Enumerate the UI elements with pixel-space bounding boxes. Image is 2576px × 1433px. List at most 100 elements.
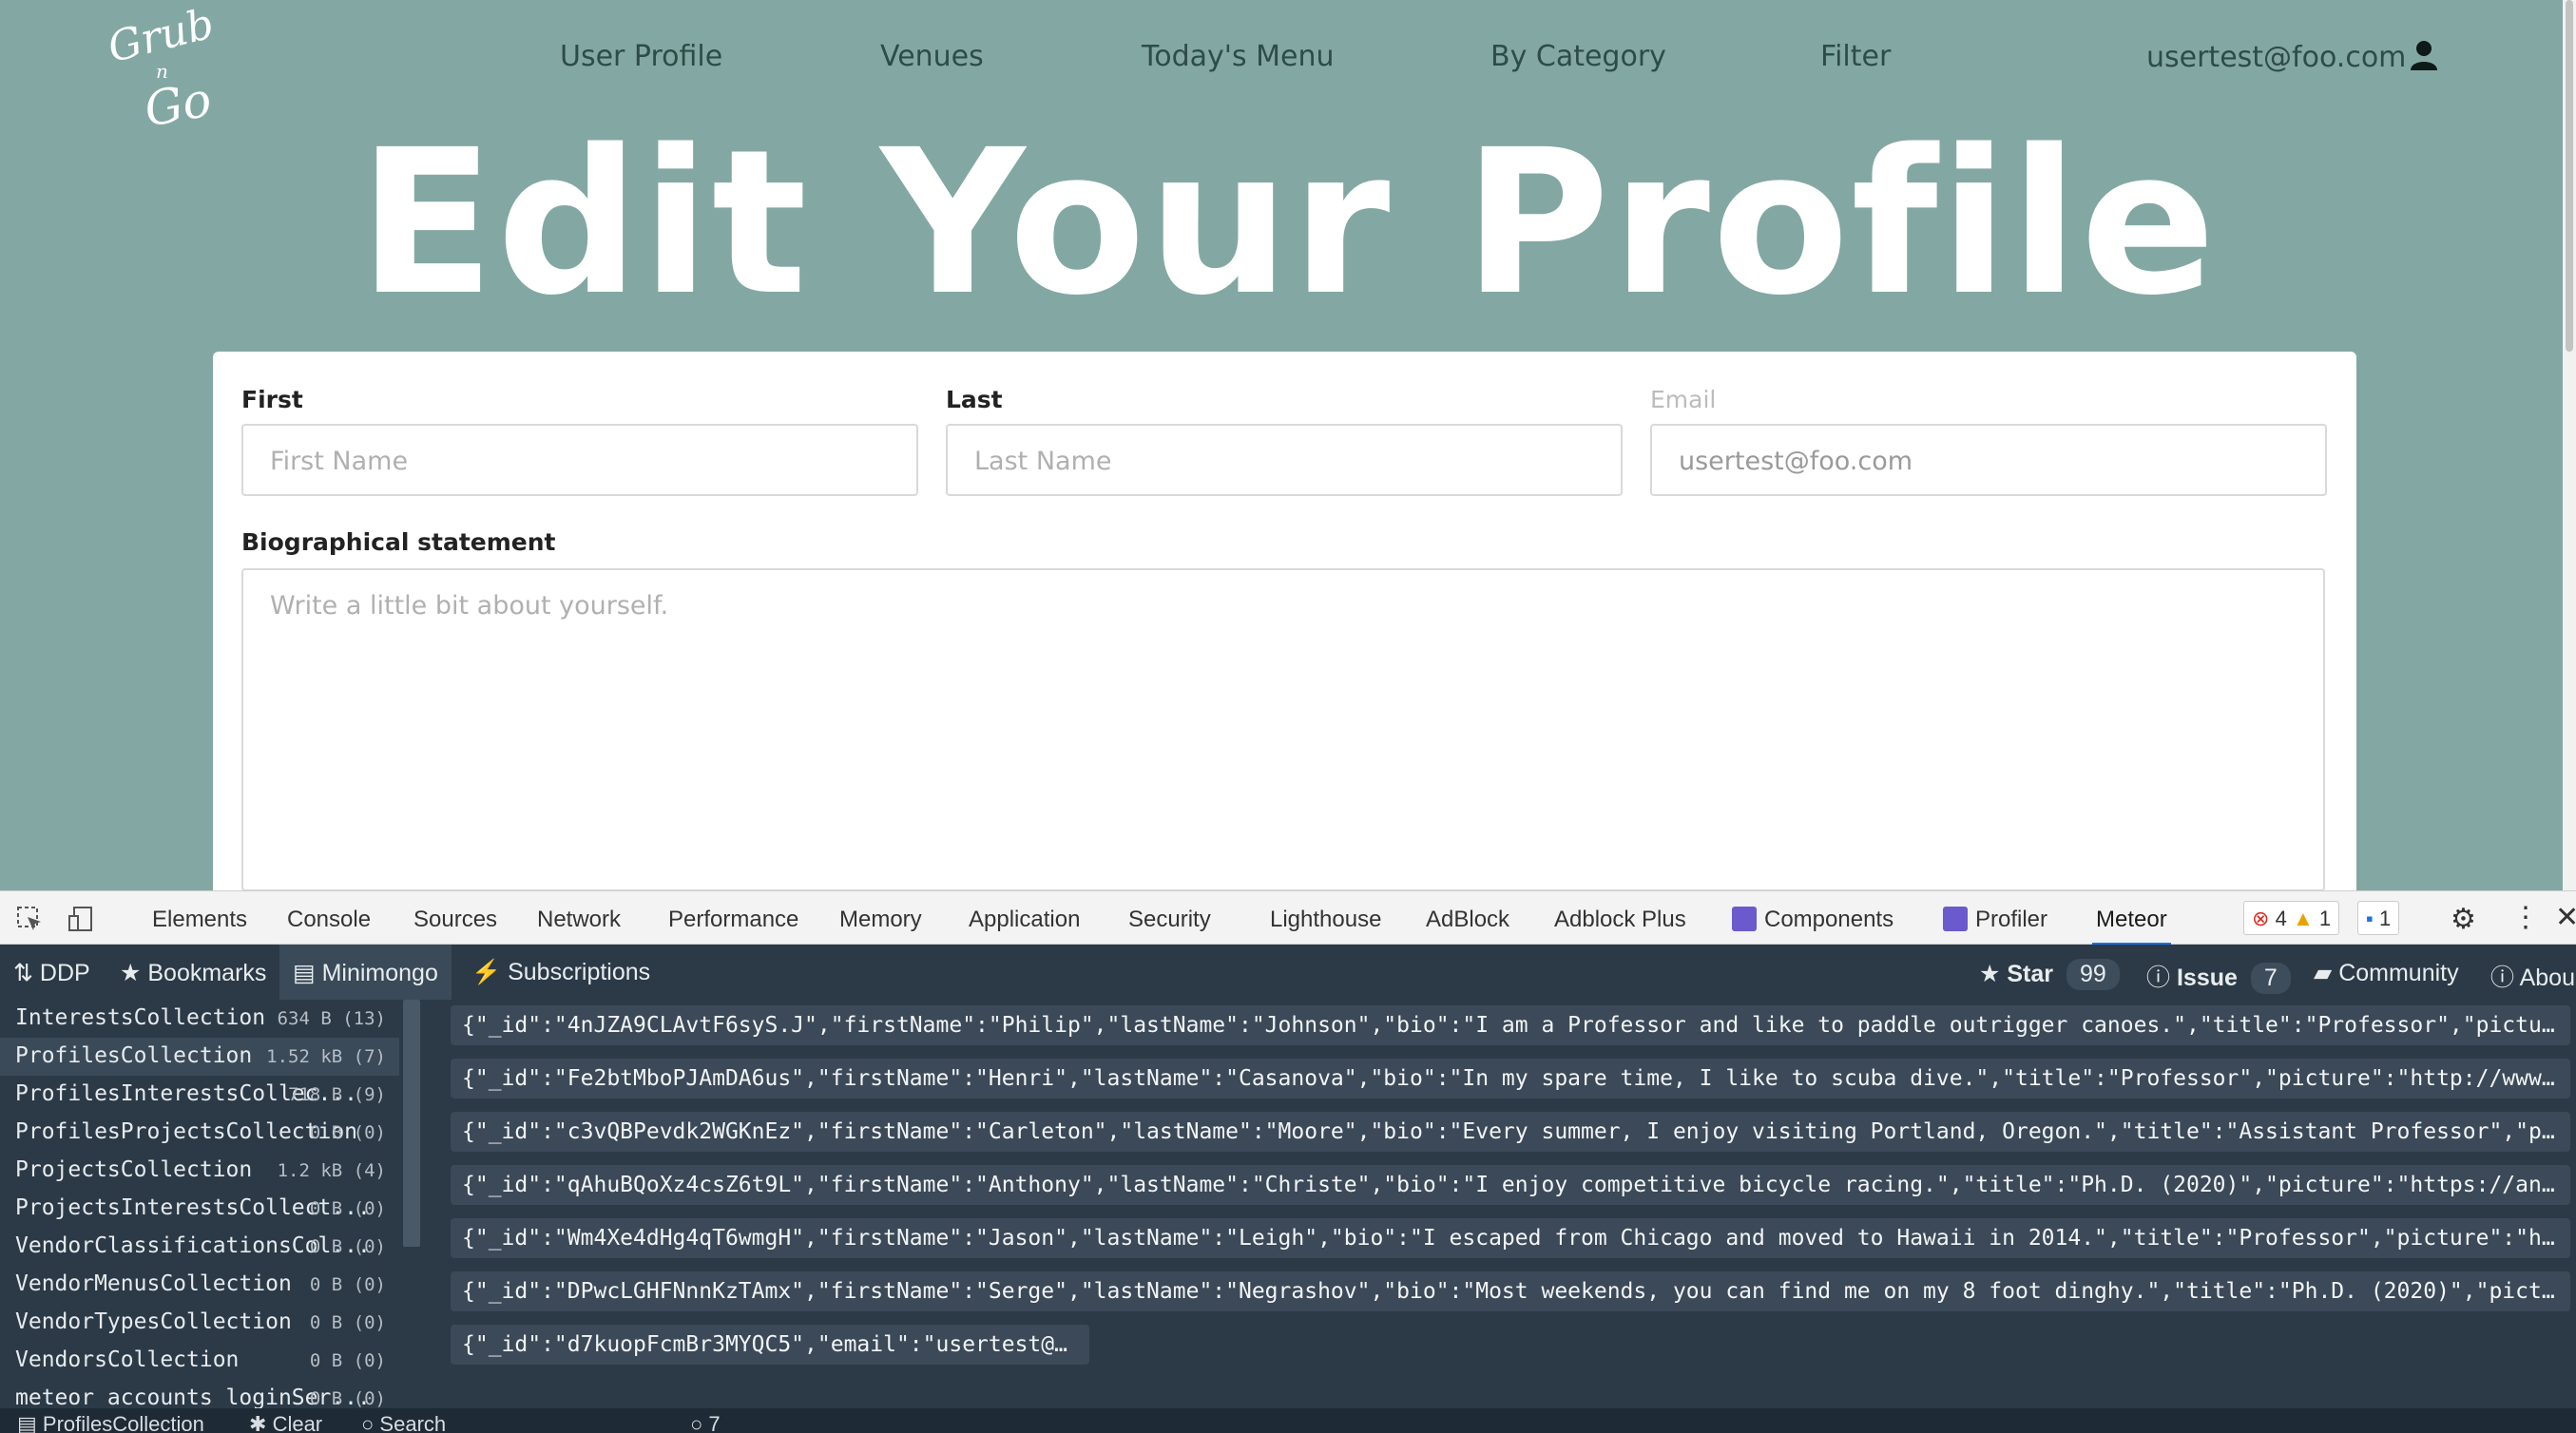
collection-size: 718 B (9) [288, 1084, 386, 1105]
devtools-tab-adblock[interactable]: AdBlock [1426, 907, 1509, 933]
collection-item[interactable]: ProfilesInterestsCollec... 718 B (9) [0, 1076, 399, 1114]
search-placeholder: Search [379, 1412, 447, 1433]
collection-name: ProjectsCollection [15, 1157, 253, 1182]
star-icon: ★ [120, 960, 142, 986]
svg-text:Go: Go [141, 71, 216, 128]
document-count: ○ 7 [690, 1412, 721, 1433]
collection-item[interactable]: VendorsCollection 0 B (0) [0, 1342, 399, 1380]
collection-list-scrollbar[interactable] [403, 1000, 420, 1247]
nav-venues[interactable]: Venues [880, 40, 984, 73]
collection-item[interactable]: ProjectsInterestsCollect... 0 B (0) [0, 1190, 399, 1228]
collection-size: 0 B (0) [309, 1350, 386, 1371]
nav-user-menu[interactable]: usertest@foo.com [2146, 40, 2438, 74]
page-scrollbar[interactable] [2563, 0, 2576, 890]
issue-count: 7 [2250, 963, 2291, 994]
document-row[interactable]: {"_id":"d7kuopFcmBr3MYQC5","email":"user… [451, 1325, 1089, 1365]
github-star-button[interactable]: ★ Star 99 [1979, 959, 2120, 990]
clear-label: Clear [272, 1412, 323, 1433]
document-row[interactable]: {"_id":"Fe2btMboPJAmDA6us","firstName":"… [451, 1059, 2570, 1099]
document-row[interactable]: {"_id":"c3vQBPevdk2WGKnEz","firstName":"… [451, 1112, 2570, 1152]
device-toolbar-icon[interactable] [67, 905, 95, 933]
about-link[interactable]: ⓘ Abou [2490, 959, 2575, 993]
community-label: Community [2338, 960, 2459, 986]
devtools-tab-application[interactable]: Application [969, 907, 1080, 933]
meteor-tab-ddp[interactable]: ⇅ DDP [13, 959, 90, 987]
collection-item[interactable]: InterestsCollection 634 B (13) [0, 1000, 399, 1038]
search-icon: ○ [361, 1412, 375, 1433]
collection-item[interactable]: VendorTypesCollection 0 B (0) [0, 1304, 399, 1342]
react-icon [1732, 907, 1757, 931]
devtools-tab-adblock-plus[interactable]: Adblock Plus [1554, 907, 1686, 933]
devtools-tab-performance[interactable]: Performance [668, 907, 798, 933]
collection-size: 0 B (0) [309, 1274, 386, 1295]
devtools-tab-console[interactable]: Console [287, 907, 371, 933]
bio-textarea[interactable]: Write a little bit about yourself. [241, 568, 2325, 890]
devtools-tab-elements[interactable]: Elements [152, 907, 247, 933]
search-input[interactable]: ○ Search [361, 1412, 446, 1433]
devtools-tab-sources[interactable]: Sources [413, 907, 497, 933]
github-issue-button[interactable]: ⓘ Issue 7 [2146, 959, 2291, 994]
collection-name: InterestsCollection [15, 1005, 266, 1030]
clear-button[interactable]: ✱ Clear [249, 1412, 322, 1433]
meteor-tab-subscriptions[interactable]: ⚡ Subscriptions [471, 959, 650, 986]
devtools-tab-network[interactable]: Network [537, 907, 621, 933]
more-options-icon[interactable]: ⋮ [2511, 901, 2540, 934]
star-icon: ★ [1979, 961, 2001, 987]
message-icon: ▪ [2366, 907, 2374, 930]
first-name-label: First [241, 386, 303, 413]
devtools-tab-security[interactable]: Security [1128, 907, 1211, 933]
collection-item[interactable]: ProjectsCollection 1.2 kB (4) [0, 1152, 399, 1190]
document-row[interactable]: {"_id":"4nJZA9CLAvtF6syS.J","firstName":… [451, 1005, 2570, 1045]
devtools-tab-components[interactable]: Components [1732, 907, 1894, 933]
database-icon: ▤ [293, 960, 316, 986]
settings-gear-icon[interactable]: ⚙ [2451, 903, 2476, 936]
messages-badge[interactable]: ▪ 1 [2357, 901, 2400, 935]
close-devtools-icon[interactable]: ✕ [2555, 901, 2576, 934]
nav-user-email: usertest@foo.com [2146, 41, 2407, 74]
footer-collection: ▤ ProfilesCollection [17, 1412, 204, 1433]
meteor-tab-bookmarks[interactable]: ★ Bookmarks [120, 959, 266, 987]
issue-label: Issue [2176, 965, 2238, 991]
components-label: Components [1764, 907, 1894, 932]
nav-by-category[interactable]: By Category [1490, 40, 1666, 73]
document-row[interactable]: {"_id":"qAhuBQoXz4csZ6t9L","firstName":"… [451, 1165, 2570, 1205]
devtools-tab-meteor[interactable]: Meteor [2092, 907, 2171, 946]
document-row[interactable]: {"_id":"DPwcLGHFNnnKzTAmx","firstName":"… [451, 1271, 2570, 1311]
collection-name: VendorTypesCollection [15, 1309, 292, 1334]
collection-list: InterestsCollection 634 B (13) ProfilesCo… [0, 1000, 399, 1408]
ddp-label: DDP [39, 960, 90, 986]
subscriptions-icon: ⚡ [471, 959, 502, 985]
nav-filter[interactable]: Filter [1820, 40, 1891, 73]
collection-item[interactable]: VendorMenusCollection 0 B (0) [0, 1266, 399, 1304]
issues-badge[interactable]: ⊗ 4 ▲ 1 [2243, 901, 2340, 935]
inspect-element-icon[interactable] [15, 905, 44, 933]
devtools-tab-memory[interactable]: Memory [839, 907, 922, 933]
warning-count: 1 [2318, 907, 2332, 930]
profile-form: First First Name Last Last Name Email us… [213, 352, 2356, 890]
user-icon [2411, 41, 2438, 70]
last-name-input[interactable]: Last Name [946, 424, 1623, 496]
grub-n-go-logo[interactable]: Grub n Go [106, 0, 230, 128]
star-count: 99 [2067, 959, 2120, 990]
bookmarks-label: Bookmarks [147, 960, 267, 986]
collection-item[interactable]: VendorClassificationsCol... 0 B (0) [0, 1228, 399, 1266]
profiler-label: Profiler [1975, 907, 2048, 932]
first-name-input[interactable]: First Name [241, 424, 918, 496]
message-count: 1 [2378, 907, 2392, 930]
collection-name: VendorMenusCollection [15, 1271, 292, 1296]
devtools-tab-lighthouse[interactable]: Lighthouse [1270, 907, 1381, 933]
minimongo-label: Minimongo [321, 960, 438, 986]
page-title: Edit Your Profile [358, 106, 2218, 339]
community-link[interactable]: ▰ Community [2314, 959, 2459, 987]
nav-todays-menu[interactable]: Today's Menu [1142, 40, 1335, 73]
nav-user-profile[interactable]: User Profile [560, 40, 722, 73]
collection-size: 1.52 kB (7) [266, 1046, 386, 1067]
collection-item[interactable]: ProfilesProjectsCollection 0 B (0) [0, 1114, 399, 1152]
document-row[interactable]: {"_id":"Wm4Xe4dHg4qT6wmgH","firstName":"… [451, 1218, 2570, 1258]
devtools-tab-profiler[interactable]: Profiler [1943, 907, 2047, 933]
subscriptions-label: Subscriptions [508, 959, 651, 985]
meteor-tab-minimongo[interactable]: ▤ Minimongo [279, 945, 452, 1000]
collection-item[interactable]: meteor_accounts_loginSer... 0 B (0) [0, 1380, 399, 1408]
collection-item-active[interactable]: ProfilesCollection 1.52 kB (7) [0, 1038, 399, 1076]
scrollbar-thumb[interactable] [2566, 0, 2573, 352]
